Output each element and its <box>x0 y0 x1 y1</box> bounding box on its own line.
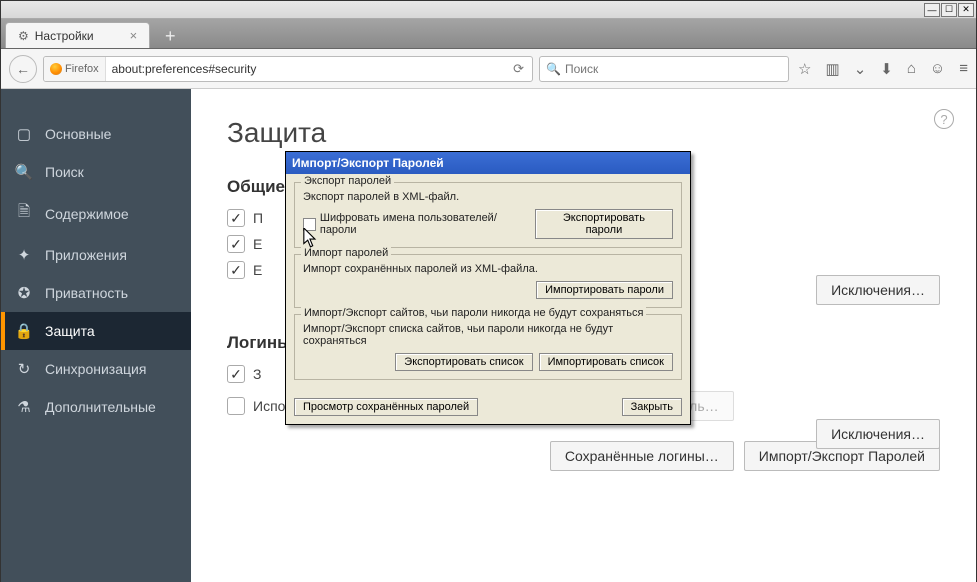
search-icon: 🔍 <box>546 62 561 76</box>
import-export-dialog: Импорт/Экспорт Паролей Экспорт паролей Э… <box>285 151 691 425</box>
dialog-close-button[interactable]: Закрыть <box>622 398 682 416</box>
sidebar-item-label: Синхронизация <box>45 361 146 377</box>
export-sites-button[interactable]: Экспортировать список <box>395 353 532 371</box>
sidebar-item-label: Основные <box>45 126 111 142</box>
url-input[interactable] <box>106 62 505 76</box>
tab-close-icon[interactable]: × <box>130 28 138 43</box>
import-group: Импорт паролей Импорт сохранённых пароле… <box>294 254 682 308</box>
export-group: Экспорт паролей Экспорт паролей в XML-фа… <box>294 182 682 248</box>
rocket-icon: ✦ <box>15 246 33 264</box>
sidebar-item-label: Защита <box>45 323 95 339</box>
magnifier-icon: 🔍 <box>15 163 33 181</box>
exceptions-button-general[interactable]: Исключения… <box>816 275 940 305</box>
identity-box[interactable]: Firefox <box>44 57 106 81</box>
checkbox-remember-logins[interactable] <box>227 365 245 383</box>
import-legend: Импорт паролей <box>301 247 391 259</box>
sites-group: Импорт/Экспорт сайтов, чьи пароли никогд… <box>294 314 682 380</box>
sidebar-item-search[interactable]: 🔍 Поиск <box>1 153 191 191</box>
sidebar-item-label: Приватность <box>45 285 128 301</box>
search-input[interactable] <box>565 62 782 76</box>
identity-label: Firefox <box>65 63 99 75</box>
sidebar-item-sync[interactable]: ↻ Синхронизация <box>1 350 191 388</box>
sites-legend: Импорт/Экспорт сайтов, чьи пароли никогд… <box>301 307 646 319</box>
lock-icon: 🔒 <box>15 322 33 340</box>
downloads-icon[interactable]: ⬇ <box>880 60 893 78</box>
pocket-icon[interactable]: ⌄ <box>854 60 867 78</box>
checkbox-2[interactable] <box>227 235 245 253</box>
checkbox-1[interactable] <box>227 209 245 227</box>
tab-settings[interactable]: ⚙ Настройки × <box>5 22 150 48</box>
back-button[interactable]: ← <box>9 55 37 83</box>
exceptions-button-logins[interactable]: Исключения… <box>816 419 940 449</box>
sidebar-item-privacy[interactable]: ✪ Приватность <box>1 274 191 312</box>
document-icon: 🗎 <box>15 201 33 226</box>
window-titlebar: — ☐ ✕ <box>1 1 976 19</box>
library-icon[interactable]: ▥ <box>826 60 840 78</box>
sidebar-item-content[interactable]: 🗎 Содержимое <box>1 191 191 236</box>
toolbar-icons: ☆ ▥ ⌄ ⬇ ⌂ ☺ ≡ <box>798 60 968 78</box>
nav-toolbar: ← Firefox ⟳ 🔍 ☆ ▥ ⌄ ⬇ ⌂ ☺ ≡ <box>1 49 976 89</box>
sidebar-item-general[interactable]: ▢ Основные <box>1 115 191 153</box>
mask-icon: ✪ <box>15 284 33 302</box>
sidebar-item-label: Дополнительные <box>45 399 156 415</box>
sidebar-item-applications[interactable]: ✦ Приложения <box>1 236 191 274</box>
maximize-button[interactable]: ☐ <box>941 3 957 17</box>
gear-icon: ⚙ <box>18 29 29 43</box>
sidebar-item-label: Поиск <box>45 164 84 180</box>
checkbox-remember-logins-label: З <box>253 366 261 382</box>
minimize-button[interactable]: — <box>924 3 940 17</box>
checkbox-1-label: П <box>253 210 263 226</box>
checkbox-3[interactable] <box>227 261 245 279</box>
saved-logins-button[interactable]: Сохранённые логины… <box>550 441 734 471</box>
help-icon[interactable]: ? <box>934 109 954 129</box>
close-window-button[interactable]: ✕ <box>958 3 974 17</box>
sync-icon: ↻ <box>15 360 33 378</box>
checkbox-3-label: Е <box>253 262 262 278</box>
checkbox-master-password[interactable] <box>227 397 245 415</box>
sidebar-item-security[interactable]: 🔒 Защита <box>1 312 191 350</box>
export-desc: Экспорт паролей в XML-файл. <box>303 191 673 203</box>
view-saved-passwords-button[interactable]: Просмотр сохранённых паролей <box>294 398 478 416</box>
browser-window: — ☐ ✕ ⚙ Настройки × + ← Firefox ⟳ 🔍 ☆ ▥ <box>0 0 977 582</box>
page-title: Защита <box>227 117 940 149</box>
menu-icon[interactable]: ≡ <box>959 60 968 77</box>
new-tab-button[interactable]: + <box>158 24 182 48</box>
import-passwords-button[interactable]: Импортировать пароли <box>536 281 673 299</box>
preferences-sidebar: ▢ Основные 🔍 Поиск 🗎 Содержимое ✦ Приложения… <box>1 89 191 582</box>
encrypt-label: Шифровать имена пользователей/пароли <box>320 212 531 236</box>
reload-icon[interactable]: ⟳ <box>505 61 532 77</box>
url-bar[interactable]: Firefox ⟳ <box>43 56 533 82</box>
firefox-logo-icon <box>50 63 62 75</box>
sites-desc: Импорт/Экспорт списка сайтов, чьи пароли… <box>303 323 673 347</box>
dialog-titlebar[interactable]: Импорт/Экспорт Паролей <box>286 152 690 174</box>
flask-icon: ⚗ <box>15 398 33 416</box>
sidebar-item-advanced[interactable]: ⚗ Дополнительные <box>1 388 191 426</box>
export-legend: Экспорт паролей <box>301 175 394 187</box>
square-icon: ▢ <box>15 125 33 143</box>
checkbox-2-label: Е <box>253 236 262 252</box>
search-bar[interactable]: 🔍 <box>539 56 789 82</box>
sidebar-item-label: Содержимое <box>45 206 129 222</box>
chat-icon[interactable]: ☺ <box>930 60 945 77</box>
import-sites-button[interactable]: Импортировать список <box>539 353 673 371</box>
sidebar-item-label: Приложения <box>45 247 127 263</box>
export-passwords-button[interactable]: Экспортировать пароли <box>535 209 673 239</box>
encrypt-checkbox[interactable] <box>303 218 316 231</box>
home-icon[interactable]: ⌂ <box>907 60 916 77</box>
bookmark-star-icon[interactable]: ☆ <box>798 60 811 78</box>
tab-strip: ⚙ Настройки × + <box>1 19 976 49</box>
tab-title: Настройки <box>35 29 94 43</box>
import-desc: Импорт сохранённых паролей из XML-файла. <box>303 263 673 275</box>
